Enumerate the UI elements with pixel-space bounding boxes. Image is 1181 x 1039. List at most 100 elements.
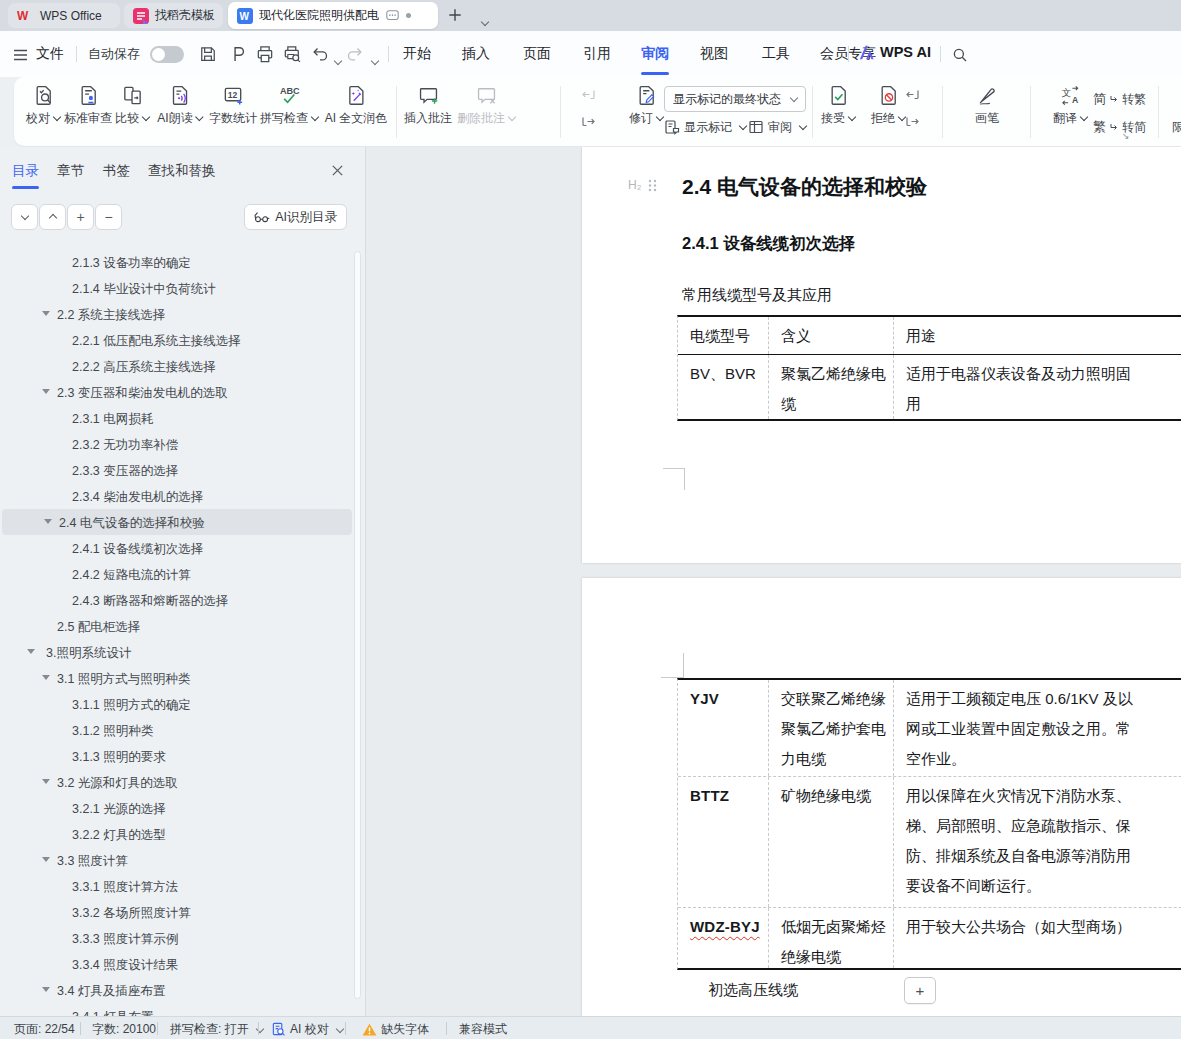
spellcheck-button[interactable]: ABC 拼写检查: [260, 84, 318, 125]
ai-proofread-status[interactable]: AI 校对: [271, 1021, 343, 1038]
word-count-button[interactable]: 12 字数统计: [209, 84, 257, 125]
next-comment-icon[interactable]: [581, 114, 597, 129]
toc-item[interactable]: 2.1.4 毕业设计中负荷统计: [0, 275, 350, 301]
undo-dropdown[interactable]: [334, 57, 342, 65]
delete-comment-button[interactable]: 删除批注: [457, 84, 515, 125]
autosave-toggle[interactable]: [150, 46, 184, 63]
review-pane-button[interactable]: 审阅: [748, 118, 806, 136]
save-button[interactable]: [198, 44, 218, 64]
traditional-to-simplified-button[interactable]: 繁转简: [1093, 118, 1146, 136]
toc-item[interactable]: 2.4.1 设备线缆初次选择: [0, 535, 350, 561]
document-paragraph[interactable]: 常用线缆型号及其应用: [682, 286, 832, 305]
toc-item[interactable]: 2.4.3 断路器和熔断器的选择: [0, 587, 350, 613]
hamburger-menu-icon[interactable]: [13, 48, 28, 62]
show-markup-button[interactable]: 显示标记: [664, 118, 746, 136]
compare-button[interactable]: 比较: [115, 84, 149, 125]
search-icon[interactable]: [951, 46, 969, 64]
toc-item[interactable]: 2.2.1 低压配电系统主接线选择: [0, 327, 350, 353]
heading-level-marker[interactable]: H₂: [628, 178, 657, 192]
collapse-triangle-icon[interactable]: [42, 311, 50, 316]
proofread-button[interactable]: 校对: [26, 84, 60, 125]
markup-state-dropdown[interactable]: 显示标记的最终状态: [664, 86, 806, 112]
tab-document-active[interactable]: W 现代化医院照明供配电防雷及: [228, 2, 438, 29]
collapse-all-button[interactable]: [39, 204, 66, 230]
toc-item[interactable]: 2.2.2 高压系统主接线选择: [0, 353, 350, 379]
sidebar-tab-bookmarks[interactable]: 书签: [103, 162, 130, 180]
word-count-indicator[interactable]: 字数: 20100: [92, 1021, 156, 1038]
collapse-triangle-icon[interactable]: [42, 987, 50, 992]
pen-button[interactable]: 画笔: [975, 84, 999, 125]
menu-insert[interactable]: 插入: [462, 45, 490, 63]
menu-reference[interactable]: 引用: [583, 45, 611, 63]
comment-bubble-icon[interactable]: [385, 9, 400, 23]
ai-polish-button[interactable]: AI 全文润色: [325, 84, 388, 125]
undo-button[interactable]: [310, 44, 330, 64]
toc-item[interactable]: 3.3.3 照度计算示例: [0, 925, 350, 951]
toc-item[interactable]: 2.3 变压器和柴油发电机的选取: [0, 379, 350, 405]
toc-item[interactable]: 2.3.4 柴油发电机的选择: [0, 483, 350, 509]
zoom-in-button[interactable]: +: [67, 204, 94, 230]
menu-tools[interactable]: 工具: [762, 45, 790, 63]
toc-item[interactable]: 3.3.1 照度计算方法: [0, 873, 350, 899]
redo-button[interactable]: [345, 44, 365, 64]
toc-item[interactable]: 3.1.3 照明的要求: [0, 743, 350, 769]
previous-comment-icon[interactable]: [581, 87, 597, 102]
sidebar-tab-toc[interactable]: 目录: [12, 162, 39, 180]
drag-handle-icon[interactable]: [648, 179, 657, 192]
document-page-1[interactable]: H₂ 2.4 电气设备的选择和校验 2.4.1 设备线缆初次选择 常用线缆型号及…: [582, 147, 1181, 563]
toc-item[interactable]: 3.1 照明方式与照明种类: [0, 665, 350, 691]
toc-item[interactable]: 3.2.1 光源的选择: [0, 795, 350, 821]
toc-item[interactable]: 2.1.3 设备功率的确定: [0, 249, 350, 275]
insert-comment-button[interactable]: 插入批注: [404, 84, 452, 125]
translate-button[interactable]: 文A 翻译: [1053, 84, 1087, 125]
toc-item[interactable]: 3.3.4 照度设计结果: [0, 951, 350, 977]
dialog-launcher-icon[interactable]: ↘: [1122, 131, 1130, 141]
toc-item[interactable]: 2.2 系统主接线选择: [0, 301, 350, 327]
spellcheck-status[interactable]: 拼写检查: 打开: [170, 1021, 263, 1038]
ai-read-button[interactable]: AI朗读: [157, 84, 202, 125]
add-row-button[interactable]: +: [904, 977, 936, 1004]
compat-mode-indicator[interactable]: 兼容模式: [459, 1021, 507, 1038]
previous-change-icon[interactable]: [905, 87, 921, 102]
expand-all-button[interactable]: [11, 204, 38, 230]
collapse-triangle-icon[interactable]: [42, 857, 50, 862]
menu-view[interactable]: 视图: [700, 45, 728, 63]
ai-recognize-toc-button[interactable]: AI识别目录: [244, 204, 347, 230]
document-page-2[interactable]: YJV交联聚乙烯绝缘聚氯乙烯护套电力电缆适用于工频额定电压 0.6/1KV 及以…: [582, 578, 1181, 1016]
page-indicator[interactable]: 页面: 22/54: [14, 1021, 75, 1038]
wps-ai-button[interactable]: WPS AI: [858, 44, 931, 60]
next-change-icon[interactable]: [905, 114, 921, 129]
collapse-triangle-icon[interactable]: [42, 779, 50, 784]
new-tab-button[interactable]: [448, 8, 462, 22]
toc-item[interactable]: 3.1.1 照明方式的确定: [0, 691, 350, 717]
quickbar-dropdown[interactable]: [371, 57, 379, 65]
toc-item[interactable]: 2.5 配电柜选择: [0, 613, 350, 639]
toc-item[interactable]: 2.3.1 电网损耗: [0, 405, 350, 431]
menu-page[interactable]: 页面: [523, 45, 551, 63]
collapse-triangle-icon[interactable]: [27, 649, 35, 654]
sidebar-scrollbar[interactable]: [354, 251, 361, 999]
toc-item[interactable]: 2.4.2 短路电流的计算: [0, 561, 350, 587]
toc-item[interactable]: 3.2 光源和灯具的选取: [0, 769, 350, 795]
toc-item[interactable]: 3.3 照度计算: [0, 847, 350, 873]
document-subheading[interactable]: 2.4.1 设备线缆初次选择: [682, 233, 855, 255]
toc-item[interactable]: 3.1.2 照明种类: [0, 717, 350, 743]
export-pdf-button[interactable]: [228, 44, 248, 64]
menu-home[interactable]: 开始: [403, 45, 431, 63]
missing-font-warning[interactable]: 缺失字体: [362, 1021, 429, 1038]
tab-list-button[interactable]: [478, 13, 488, 31]
toc-item[interactable]: 3.2.2 灯具的选型: [0, 821, 350, 847]
toc-item[interactable]: 2.3.2 无功功率补偿: [0, 431, 350, 457]
toc-item[interactable]: 3.照明系统设计: [0, 639, 350, 665]
track-changes-button[interactable]: 修订: [629, 84, 663, 125]
document-paragraph[interactable]: 初选高压线缆: [708, 981, 798, 1000]
zoom-out-button[interactable]: −: [95, 204, 122, 230]
toc-item[interactable]: 2.4 电气设备的选择和校验: [2, 509, 352, 535]
standard-review-button[interactable]: 标准审查: [64, 84, 112, 125]
document-heading[interactable]: 2.4 电气设备的选择和校验: [682, 173, 927, 201]
close-sidebar-icon[interactable]: [331, 164, 344, 177]
simplified-to-traditional-button[interactable]: 简转繁: [1093, 90, 1146, 108]
restrict-edit-button[interactable]: 限制编辑: [1172, 118, 1181, 136]
toc-item[interactable]: 2.3.3 变压器的选择: [0, 457, 350, 483]
print-button[interactable]: [255, 44, 275, 64]
